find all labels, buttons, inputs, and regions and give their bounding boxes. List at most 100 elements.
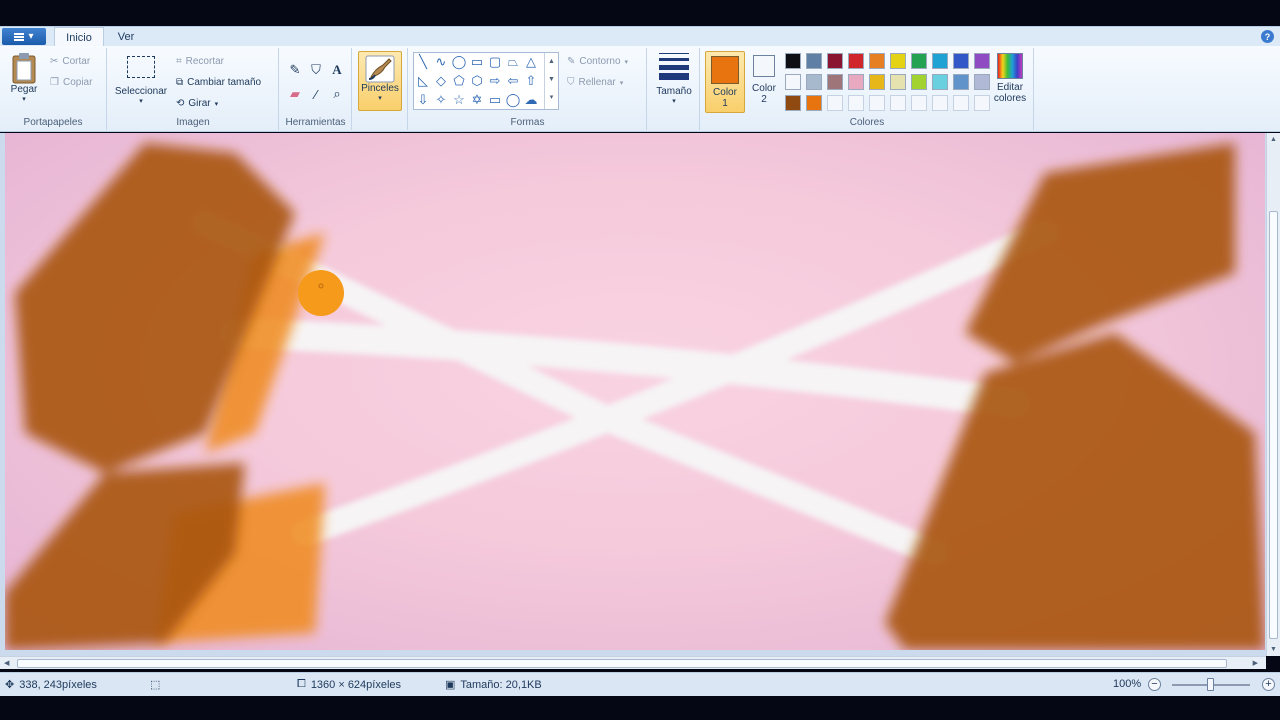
girar-label: Girar bbox=[188, 98, 211, 109]
star5-shape-icon[interactable]: ☆ bbox=[451, 92, 467, 108]
scroll-down-icon[interactable]: ▼ bbox=[1270, 646, 1277, 653]
rounded-rect-shape-icon[interactable]: ▢ bbox=[487, 54, 503, 70]
empty-color-swatch[interactable] bbox=[869, 95, 885, 111]
polygon-shape-icon[interactable]: ⏢ bbox=[505, 54, 521, 70]
color-swatch[interactable] bbox=[848, 74, 864, 90]
editar-colores-button[interactable]: Editar colores bbox=[989, 53, 1031, 104]
fill-icon: ⛉ bbox=[567, 77, 575, 88]
color-swatch[interactable] bbox=[785, 74, 801, 90]
color-swatch[interactable] bbox=[806, 95, 822, 111]
color-swatch[interactable] bbox=[932, 53, 948, 69]
editar-label-line2: colores bbox=[993, 93, 1027, 104]
disk-icon: ▣ bbox=[445, 679, 456, 691]
color-swatch[interactable] bbox=[953, 74, 969, 90]
diamond-shape-icon[interactable]: ◇ bbox=[433, 73, 449, 89]
tamano-button[interactable]: Tamaño ▾ bbox=[652, 53, 696, 105]
fill-bucket-icon[interactable]: ⛉ bbox=[307, 61, 325, 79]
scroll-right-icon[interactable]: ▶ bbox=[1253, 659, 1258, 667]
rellenar-button[interactable]: ⛉ Rellenar ▾ bbox=[567, 77, 623, 88]
scissors-icon: ✂ bbox=[50, 56, 59, 67]
color-swatch[interactable] bbox=[911, 53, 927, 69]
cortar-button[interactable]: ✂ Cortar bbox=[50, 56, 90, 67]
hexagon-shape-icon[interactable]: ⬡ bbox=[469, 73, 485, 89]
vertical-scroll-thumb[interactable] bbox=[1269, 211, 1278, 639]
color-swatch[interactable] bbox=[785, 53, 801, 69]
arrow-down-shape-icon[interactable]: ⇩ bbox=[415, 92, 431, 108]
star6-shape-icon[interactable]: ✡ bbox=[469, 92, 485, 108]
vertical-scrollbar[interactable]: ▲ ▼ bbox=[1266, 133, 1280, 656]
magnifier-icon[interactable]: ⌕ bbox=[328, 85, 346, 103]
color-swatch[interactable] bbox=[827, 74, 843, 90]
color-swatch[interactable] bbox=[806, 53, 822, 69]
shapes-scroll[interactable]: ▲ ▼ ▾ bbox=[544, 53, 558, 109]
empty-color-swatch[interactable] bbox=[911, 95, 927, 111]
paint-window: ▾ Inicio Ver ? Pegar ▾ ✂ Cortar ❐ Copiar… bbox=[0, 0, 1280, 720]
callout-cloud-shape-icon[interactable]: ☁ bbox=[523, 92, 539, 108]
group-imagen: Seleccionar ▾ ⌗ Recortar ⧉ Cambiar tamañ… bbox=[108, 48, 279, 130]
pencil-icon[interactable]: ✎ bbox=[286, 61, 304, 79]
horizontal-scrollbar[interactable]: ◀ ▶ bbox=[0, 656, 1266, 669]
color-swatch[interactable] bbox=[890, 53, 906, 69]
right-triangle-shape-icon[interactable]: ◺ bbox=[415, 73, 431, 89]
rectangle-shape-icon[interactable]: ▭ bbox=[469, 54, 485, 70]
callout-rect-shape-icon[interactable]: ▭ bbox=[487, 92, 503, 108]
copy-icon: ❐ bbox=[50, 77, 59, 88]
triangle-shape-icon[interactable]: △ bbox=[523, 54, 539, 70]
zoom-slider-thumb[interactable] bbox=[1207, 678, 1214, 691]
girar-button[interactable]: ⟲ Girar ▾ bbox=[176, 98, 218, 109]
drawing-canvas[interactable] bbox=[5, 133, 1265, 650]
empty-color-swatch[interactable] bbox=[827, 95, 843, 111]
cambiar-tamano-button[interactable]: ⧉ Cambiar tamaño bbox=[176, 77, 261, 88]
text-icon[interactable]: A bbox=[328, 61, 346, 79]
cortar-label: Cortar bbox=[62, 56, 91, 67]
color1-label-line2: 1 bbox=[722, 98, 728, 109]
group-label-imagen: Imagen bbox=[176, 117, 210, 128]
pentagon-shape-icon[interactable]: ⬠ bbox=[451, 73, 467, 89]
color-picker-icon[interactable]: ⁄ bbox=[307, 85, 325, 103]
color-swatch[interactable] bbox=[911, 74, 927, 90]
color-swatch[interactable] bbox=[806, 74, 822, 90]
horizontal-scroll-thumb[interactable] bbox=[17, 659, 1227, 668]
eraser-icon[interactable]: ▰ bbox=[286, 85, 304, 103]
arrow-left-shape-icon[interactable]: ⇦ bbox=[505, 73, 521, 89]
color-swatch[interactable] bbox=[974, 53, 990, 69]
empty-color-swatch[interactable] bbox=[890, 95, 906, 111]
oval-shape-icon[interactable]: ◯ bbox=[451, 54, 467, 70]
line-shape-icon[interactable]: ╲ bbox=[415, 54, 431, 70]
recortar-button[interactable]: ⌗ Recortar bbox=[176, 56, 224, 67]
color-swatch[interactable] bbox=[848, 53, 864, 69]
pegar-button[interactable]: Pegar ▾ bbox=[6, 52, 42, 103]
color-swatch[interactable] bbox=[785, 95, 801, 111]
callout-oval-shape-icon[interactable]: ◯ bbox=[505, 92, 521, 108]
seleccionar-button[interactable]: Seleccionar ▾ bbox=[112, 56, 170, 105]
arrow-up-shape-icon[interactable]: ⇧ bbox=[523, 73, 539, 89]
empty-color-swatch[interactable] bbox=[848, 95, 864, 111]
empty-color-swatch[interactable] bbox=[953, 95, 969, 111]
help-icon[interactable]: ? bbox=[1261, 30, 1274, 43]
empty-color-swatch[interactable] bbox=[932, 95, 948, 111]
pinceles-button[interactable]: Pinceles ▾ bbox=[358, 51, 402, 111]
color-swatch[interactable] bbox=[890, 74, 906, 90]
rotate-icon: ⟲ bbox=[176, 98, 185, 109]
tab-inicio[interactable]: Inicio bbox=[54, 27, 104, 48]
color-swatch[interactable] bbox=[827, 53, 843, 69]
copiar-button[interactable]: ❐ Copiar bbox=[50, 77, 92, 88]
contorno-button[interactable]: ✎ Contorno ▾ bbox=[567, 56, 628, 67]
color-swatch[interactable] bbox=[953, 53, 969, 69]
color-swatch[interactable] bbox=[974, 74, 990, 90]
zoom-out-button[interactable]: − bbox=[1148, 678, 1161, 691]
color-swatch[interactable] bbox=[869, 53, 885, 69]
scroll-up-icon[interactable]: ▲ bbox=[1270, 136, 1277, 143]
tab-ver[interactable]: Ver bbox=[108, 27, 144, 47]
color2-button[interactable]: Color 2 bbox=[748, 55, 780, 105]
zoom-in-button[interactable]: + bbox=[1262, 678, 1275, 691]
star4-shape-icon[interactable]: ✧ bbox=[433, 92, 449, 108]
curve-shape-icon[interactable]: ∿ bbox=[433, 54, 449, 70]
arrow-right-shape-icon[interactable]: ⇨ bbox=[487, 73, 503, 89]
app-menu-button[interactable]: ▾ bbox=[2, 28, 46, 45]
color1-button[interactable]: Color 1 bbox=[705, 51, 745, 113]
color-swatch[interactable] bbox=[869, 74, 885, 90]
color-swatch[interactable] bbox=[932, 74, 948, 90]
scroll-left-icon[interactable]: ◀ bbox=[4, 659, 9, 667]
empty-color-swatch[interactable] bbox=[974, 95, 990, 111]
